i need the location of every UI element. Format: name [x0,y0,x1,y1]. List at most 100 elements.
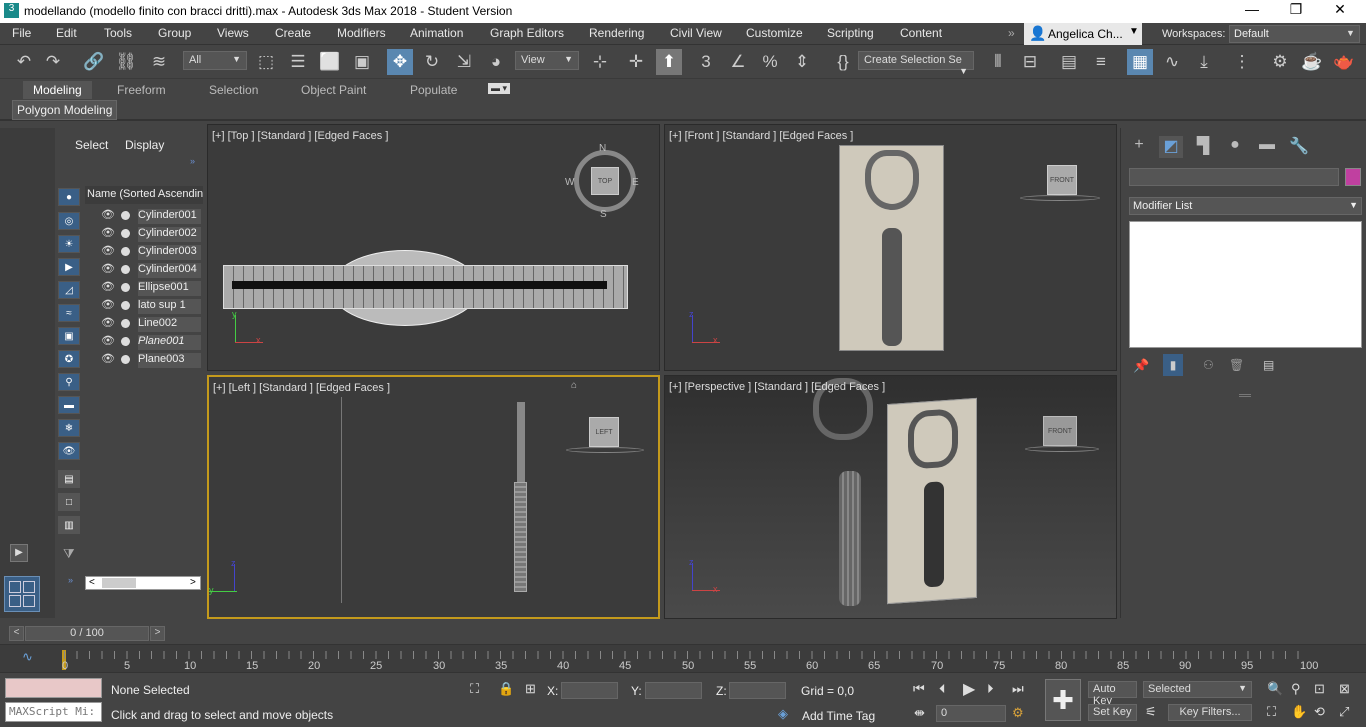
schematic-view-icon[interactable]: ⋮ [1229,49,1255,75]
ribbon-options-icon[interactable]: ▬ ▾ [488,83,511,94]
tab-display[interactable]: Display [125,138,164,152]
freeze-dot[interactable] [121,283,130,292]
field-of-view-icon[interactable]: ⛶ [1267,704,1276,720]
geometry-filter-icon[interactable]: ◎ [58,212,80,230]
select-by-name-icon[interactable]: ☰ [285,49,311,75]
go-to-end-icon[interactable]: ⏭ [1012,681,1024,697]
eye-icon[interactable]: 👁 [101,280,115,293]
select-invert-icon[interactable]: ▥ [58,516,80,534]
toggle-ribbon-icon[interactable]: ▦ [1127,49,1153,75]
list-item[interactable]: 👁 Plane003 [85,350,201,368]
viewport-left[interactable]: [+] [Left ] [Standard ] [Edged Faces ] ⌂… [207,375,660,619]
reference-plane-persp[interactable] [887,397,977,605]
zoom-extents-icon[interactable]: ⊡ [1314,681,1325,697]
hierarchy-tab-icon[interactable]: ▜ [1191,136,1215,158]
scroll-thumb[interactable] [102,578,136,588]
pin-stack-icon[interactable]: 📌 [1133,358,1149,374]
menu-scripting[interactable]: Scripting [827,26,874,40]
time-configuration-icon[interactable]: ⚙ [1012,705,1024,721]
containers-filter-icon[interactable]: ▬ [58,396,80,414]
curve-editor-icon[interactable]: ∿ [1159,49,1185,75]
dope-sheet-icon[interactable]: ⤓ [1191,49,1217,75]
peeler-side[interactable] [517,402,525,482]
move-icon[interactable]: ✥ [387,49,413,75]
viewport-perspective[interactable]: [+] [Perspective ] [Standard ] [Edged Fa… [664,375,1117,619]
set-key-button[interactable]: Set Key [1088,704,1137,721]
unlink-icon[interactable]: ⛓ [113,49,139,75]
menu-modifiers[interactable]: Modifiers [337,26,386,40]
curve-editor-mini-icon[interactable]: ∿ [22,649,33,665]
chevron-right-icon[interactable]: > [150,626,165,641]
play-icon[interactable]: ▶ [10,544,28,562]
show-end-result-icon[interactable]: ▮ [1163,354,1183,376]
bones-filter-icon[interactable]: ⚲ [58,373,80,391]
groups-filter-icon[interactable]: ▣ [58,327,80,345]
selection-set-dropdown[interactable]: Create Selection Se ▼ [858,51,974,76]
select-object-icon[interactable]: ⬚ [253,49,279,75]
filter-icon[interactable]: ⧩ [63,546,75,562]
peeler-handle-side[interactable] [514,482,527,592]
reference-plane-front[interactable] [839,145,944,351]
make-unique-icon[interactable]: ⚇ [1203,358,1214,372]
snaps-toggle-icon[interactable]: 3 [693,49,719,75]
viewport-label[interactable]: [+] [Front ] [Standard ] [Edged Faces ] [669,130,853,142]
list-item[interactable]: 👁 Cylinder003 [85,242,201,260]
default-in-out-tangents-icon[interactable]: ⚟ [1145,704,1157,720]
freeze-dot[interactable] [121,229,130,238]
motion-tab-icon[interactable]: ● [1223,136,1247,158]
menu-group[interactable]: Group [158,26,191,40]
render-icon[interactable]: 🫖 [1331,49,1357,75]
freeze-dot[interactable] [121,301,130,310]
user-account[interactable]: 👤 Angelica Ch... ▼ [1024,23,1142,45]
track-bar[interactable]: ∿ 0 5 10 15 20 25 30 35 40 45 50 55 60 6… [0,644,1366,672]
mirror-icon[interactable]: ⫴ [985,49,1011,75]
utilities-tab-icon[interactable]: 🔧 [1287,136,1311,158]
horizontal-scrollbar[interactable]: < > [85,576,201,590]
restore-icon[interactable]: ❐ [1276,1,1316,18]
list-item[interactable]: 👁 Cylinder004 [85,260,201,278]
key-mode-dropdown[interactable]: Selected ▼ [1143,681,1252,698]
tab-populate[interactable]: Populate [410,83,457,97]
angle-snap-icon[interactable]: ∠ [725,49,751,75]
tab-selection[interactable]: Selection [209,83,258,97]
freeze-dot[interactable] [121,319,130,328]
chevron-right-icon[interactable]: > [190,577,196,588]
menu-rendering[interactable]: Rendering [589,26,644,40]
home-icon[interactable]: ⌂ [571,380,577,391]
modifier-list-dropdown[interactable]: Modifier List ▼ [1129,197,1362,215]
key-mode-toggle-icon[interactable]: ⇼ [914,705,925,721]
menu-overflow-icon[interactable]: » [1008,26,1015,40]
eye-icon[interactable]: 👁 [101,334,115,347]
peeler-handle-persp[interactable] [839,471,861,606]
add-time-tag-button[interactable]: Add Time Tag [802,709,875,723]
previous-frame-icon[interactable]: ⏴ [939,681,946,697]
list-item[interactable]: 👁 Line002 [85,314,201,332]
chevron-left-icon[interactable]: < [9,626,24,641]
zoom-all-icon[interactable]: ⚲ [1291,681,1301,697]
object-color-swatch[interactable] [1345,168,1361,186]
menu-tools[interactable]: Tools [104,26,132,40]
menu-content[interactable]: Content [900,26,942,40]
lights-filter-icon[interactable]: ☀ [58,235,80,253]
tab-freeform[interactable]: Freeform [117,83,166,97]
viewcube[interactable]: FRONT [1047,165,1077,195]
list-item[interactable]: 👁 lato sup 1 [85,296,201,314]
maxscript-listener-output[interactable] [5,678,102,698]
rect-selection-icon[interactable]: ⬜ [317,49,343,75]
close-icon[interactable]: ✕ [1320,1,1360,18]
cameras-filter-icon[interactable]: ▶ [58,258,80,276]
menu-file[interactable]: File [12,26,31,40]
display-none-icon[interactable]: ● [58,188,80,206]
select-all-icon[interactable]: ▤ [58,470,80,488]
go-to-start-icon[interactable]: ⏮ [913,681,925,697]
chevron-left-icon[interactable]: < [89,577,95,588]
material-editor-icon[interactable]: ⚙ [1267,49,1293,75]
current-frame-field[interactable]: 0 [936,705,1006,722]
tab-object-paint[interactable]: Object Paint [301,83,366,97]
remove-modifier-icon[interactable]: 🗑 [1229,358,1244,372]
layer-explorer-icon[interactable]: ≡ [1088,49,1114,75]
absolute-transform-icon[interactable]: ⊞ [525,681,536,697]
polygon-modeling-button[interactable]: Polygon Modeling [12,100,118,120]
viewcube[interactable]: FRONT [1043,416,1077,446]
eye-icon[interactable]: 👁 [101,244,115,257]
